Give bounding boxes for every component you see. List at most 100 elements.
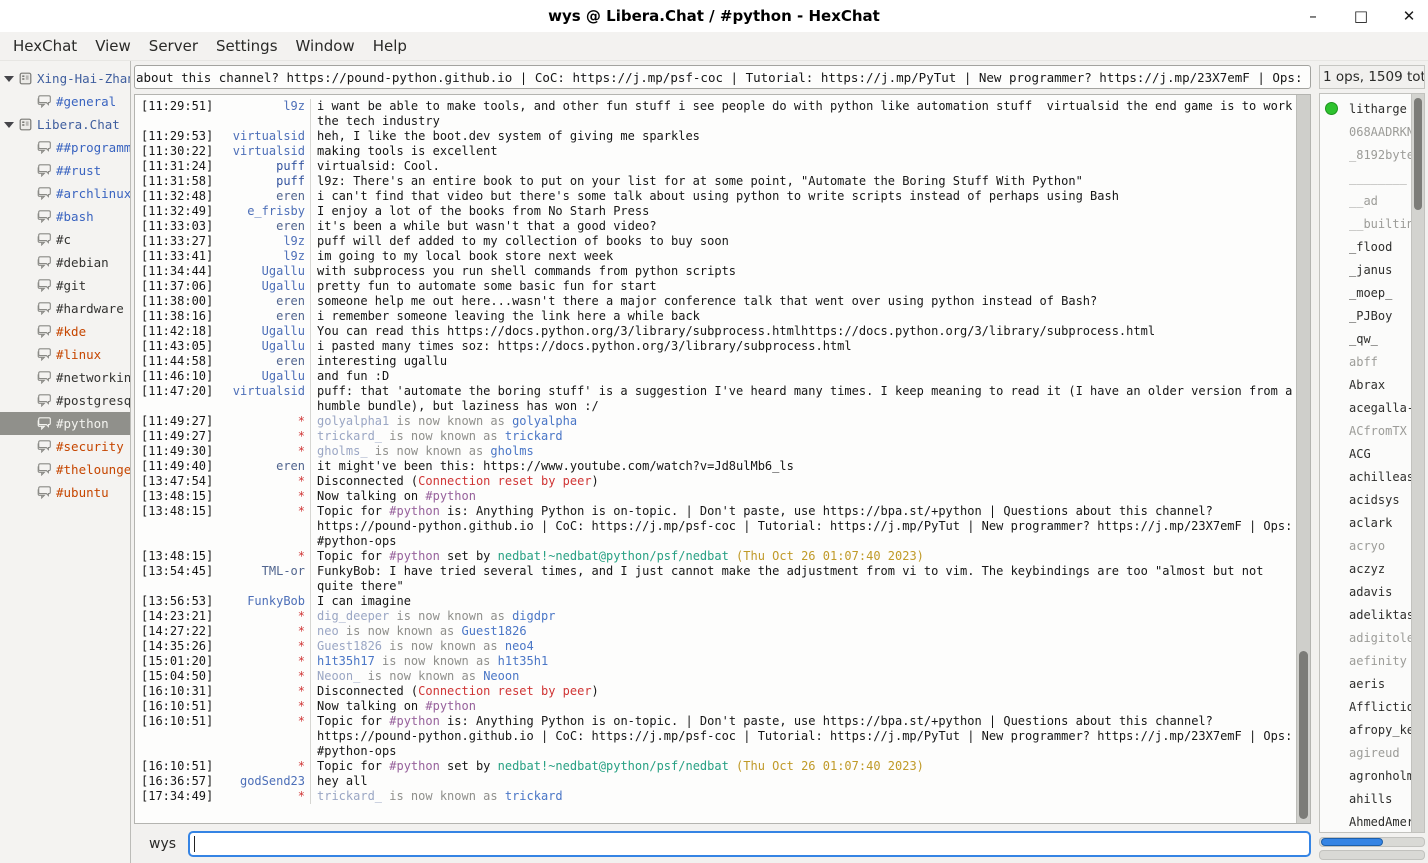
chat-line: [16:10:51]*Topic for #python is: Anythin… bbox=[141, 714, 1296, 759]
chat-message: Disconnected (Connection reset by peer) bbox=[310, 474, 1296, 489]
chat-nick: l9z bbox=[219, 99, 310, 129]
center-column: about this channel? https://pound-python… bbox=[131, 61, 1315, 863]
message-part: is now known as bbox=[360, 669, 483, 683]
chat-line: [17:34:49]*trickard_ is now known as tri… bbox=[141, 789, 1296, 804]
tree-item-programming[interactable]: ##programming bbox=[0, 136, 130, 159]
user-item[interactable]: AhmedAmer bbox=[1320, 810, 1424, 833]
chat-line: [11:33:27]l9zpuff will def added to my c… bbox=[141, 234, 1296, 249]
chat-message: trickard_ is now known as trickard bbox=[310, 429, 1296, 444]
message-part: heh, I like the boot.dev system of givin… bbox=[317, 129, 700, 143]
menu-server[interactable]: Server bbox=[140, 34, 207, 58]
user-item[interactable]: __ad bbox=[1320, 189, 1424, 212]
user-name: __ad bbox=[1349, 194, 1378, 208]
message-part: i can't find that video but there's some… bbox=[317, 189, 1119, 203]
tree-item-xing-hai-zhan[interactable]: Xing-Hai-Zhan bbox=[0, 67, 130, 90]
tree-item-label: #git bbox=[56, 278, 86, 293]
maximize-button[interactable]: □ bbox=[1352, 9, 1370, 24]
user-item[interactable]: 068AADRKN bbox=[1320, 120, 1424, 143]
tree-item-bash[interactable]: #bash bbox=[0, 205, 130, 228]
userlist-hscrollbar-thumb[interactable] bbox=[1321, 838, 1383, 846]
topic-bar[interactable]: about this channel? https://pound-python… bbox=[134, 65, 1311, 89]
user-item[interactable]: agronholm bbox=[1320, 764, 1424, 787]
tree-item-libera.chat[interactable]: Libera.Chat bbox=[0, 113, 130, 136]
chat-message: Topic for #python is: Anything Python is… bbox=[310, 714, 1296, 759]
tree-item-git[interactable]: #git bbox=[0, 274, 130, 297]
message-part: is now known as bbox=[368, 444, 491, 458]
user-item[interactable]: aclark bbox=[1320, 511, 1424, 534]
menu-hexchat[interactable]: HexChat bbox=[4, 34, 86, 58]
user-item[interactable]: _8192byte bbox=[1320, 143, 1424, 166]
chat-scrollbar-thumb[interactable] bbox=[1299, 651, 1308, 819]
chat-scrollbar[interactable] bbox=[1296, 95, 1310, 823]
user-item[interactable]: ACfromTX bbox=[1320, 419, 1424, 442]
chat-line: [11:49:27]*trickard_ is now known as tri… bbox=[141, 429, 1296, 444]
user-item[interactable]: adeliktas bbox=[1320, 603, 1424, 626]
user-item[interactable]: Abrax bbox=[1320, 373, 1424, 396]
user-item[interactable]: _qw_ bbox=[1320, 327, 1424, 350]
chat-line: [11:47:20]virtualsidpuff: that 'automate… bbox=[141, 384, 1296, 414]
userlist-hscrollbar[interactable] bbox=[1319, 837, 1425, 847]
tree-item-ubuntu[interactable]: #ubuntu bbox=[0, 481, 130, 504]
menu-window[interactable]: Window bbox=[287, 34, 364, 58]
window-controls: – □ ✕ bbox=[1304, 0, 1418, 32]
tree-item-archlinux[interactable]: #archlinux bbox=[0, 182, 130, 205]
chat-timestamp: [11:49:27] bbox=[141, 429, 219, 444]
user-item[interactable]: _PJBoy bbox=[1320, 304, 1424, 327]
expander-icon[interactable] bbox=[4, 76, 14, 82]
chat-nick: * bbox=[219, 504, 310, 549]
chat-timestamp: [11:32:49] bbox=[141, 204, 219, 219]
chat-timestamp: [11:38:16] bbox=[141, 309, 219, 324]
chat-timestamp: [11:31:58] bbox=[141, 174, 219, 189]
tree-item-label: #postgresql bbox=[56, 393, 130, 408]
message-part: Disconnected ( bbox=[317, 684, 418, 698]
user-item[interactable]: adigitole bbox=[1320, 626, 1424, 649]
user-item[interactable]: agireud bbox=[1320, 741, 1424, 764]
channel-icon bbox=[36, 95, 51, 108]
tree-item-python[interactable]: #python bbox=[0, 412, 130, 435]
user-item[interactable]: ahills bbox=[1320, 787, 1424, 810]
user-item[interactable]: _flood bbox=[1320, 235, 1424, 258]
user-item[interactable]: Afflictio bbox=[1320, 695, 1424, 718]
chat-message: h1t35h17 is now known as h1t35h1 bbox=[310, 654, 1296, 669]
message-input[interactable] bbox=[188, 831, 1311, 857]
user-item[interactable]: adavis bbox=[1320, 580, 1424, 603]
user-item[interactable]: __builtin bbox=[1320, 212, 1424, 235]
tree-item-networking[interactable]: #networking bbox=[0, 366, 130, 389]
tree-item-security[interactable]: #security bbox=[0, 435, 130, 458]
tree-item-general[interactable]: #general bbox=[0, 90, 130, 113]
user-item[interactable]: litharge bbox=[1320, 97, 1424, 120]
tree-item-c[interactable]: #c bbox=[0, 228, 130, 251]
chat-line: [11:29:51]l9zi want be able to make tool… bbox=[141, 99, 1296, 129]
user-item[interactable]: achilleas bbox=[1320, 465, 1424, 488]
user-item[interactable]: acegalla- bbox=[1320, 396, 1424, 419]
close-button[interactable]: ✕ bbox=[1400, 9, 1418, 24]
userlist-scrollbar[interactable] bbox=[1411, 94, 1424, 832]
user-item[interactable]: ________ bbox=[1320, 166, 1424, 189]
menu-settings[interactable]: Settings bbox=[207, 34, 287, 58]
expander-icon[interactable] bbox=[4, 122, 14, 128]
message-part: trickard_ bbox=[317, 789, 382, 803]
user-item[interactable]: aeris bbox=[1320, 672, 1424, 695]
user-item[interactable]: _janus bbox=[1320, 258, 1424, 281]
menu-view[interactable]: View bbox=[86, 34, 140, 58]
user-item[interactable]: acryo bbox=[1320, 534, 1424, 557]
tree-item-debian[interactable]: #debian bbox=[0, 251, 130, 274]
user-item[interactable]: _moep_ bbox=[1320, 281, 1424, 304]
chat-line: [11:30:22]virtualsidmaking tools is exce… bbox=[141, 144, 1296, 159]
user-item[interactable]: afropy_ke bbox=[1320, 718, 1424, 741]
tree-item-hardware[interactable]: #hardware bbox=[0, 297, 130, 320]
user-item[interactable]: abff bbox=[1320, 350, 1424, 373]
chat-nick: puff bbox=[219, 174, 310, 189]
tree-item-thelounge[interactable]: #thelounge bbox=[0, 458, 130, 481]
user-item[interactable]: acidsys bbox=[1320, 488, 1424, 511]
tree-item-kde[interactable]: #kde bbox=[0, 320, 130, 343]
tree-item-rust[interactable]: ##rust bbox=[0, 159, 130, 182]
tree-item-linux[interactable]: #linux bbox=[0, 343, 130, 366]
user-item[interactable]: aczyz bbox=[1320, 557, 1424, 580]
userlist-scrollbar-thumb[interactable] bbox=[1414, 98, 1422, 210]
menu-help[interactable]: Help bbox=[364, 34, 416, 58]
tree-item-postgresql[interactable]: #postgresql bbox=[0, 389, 130, 412]
minimize-button[interactable]: – bbox=[1304, 9, 1322, 24]
user-item[interactable]: ACG bbox=[1320, 442, 1424, 465]
user-item[interactable]: aefinity bbox=[1320, 649, 1424, 672]
